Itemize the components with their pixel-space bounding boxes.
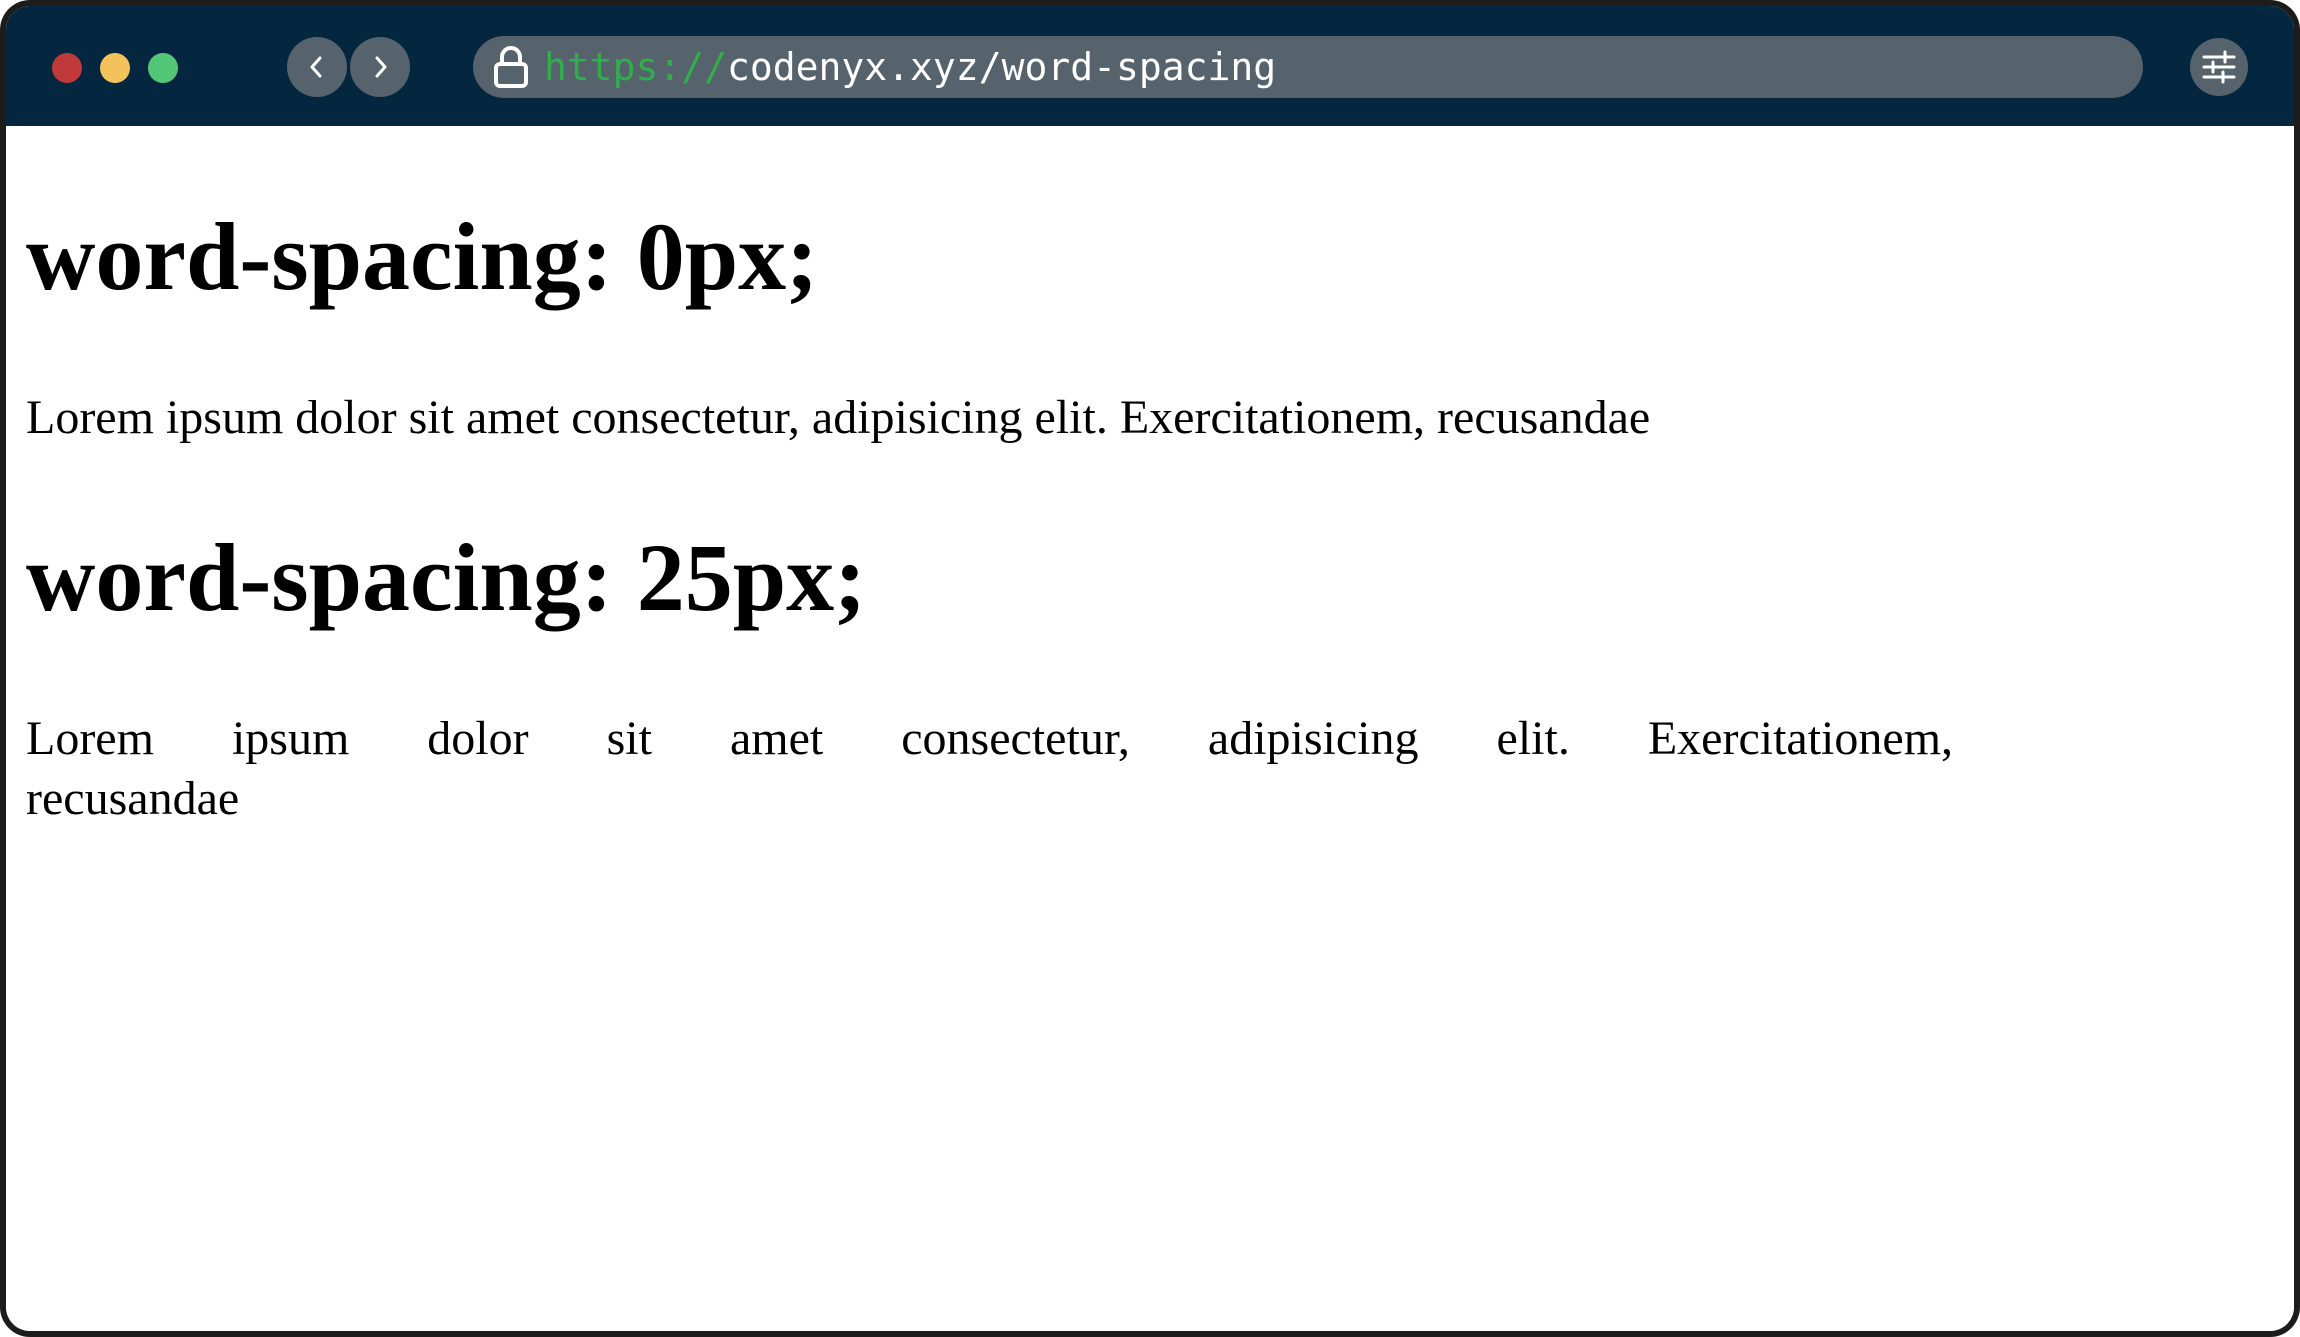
- page-content: word-spacing: 0px; Lorem ipsum dolor sit…: [6, 126, 2294, 1331]
- settings-button[interactable]: [2190, 38, 2248, 96]
- url-path: codenyx.xyz/word-spacing: [727, 45, 1277, 89]
- chevron-left-icon: [310, 56, 322, 78]
- lock-icon: [494, 46, 528, 88]
- browser-window: https://codenyx.xyz/word-spacing word-sp…: [6, 6, 2294, 1331]
- maximize-window-button[interactable]: [148, 53, 178, 83]
- back-button[interactable]: [287, 37, 347, 97]
- paragraph-word-spacing-0: Lorem ipsum dolor sit amet consectetur, …: [26, 391, 1651, 444]
- chevron-right-icon: [375, 56, 387, 78]
- sliders-icon: [2202, 50, 2236, 84]
- url-text[interactable]: https://codenyx.xyz/word-spacing: [544, 36, 1276, 98]
- forward-button[interactable]: [350, 37, 410, 97]
- heading-word-spacing-25: word-spacing: 25px;: [26, 524, 867, 631]
- screenshot-frame: https://codenyx.xyz/word-spacing word-sp…: [0, 0, 2300, 1337]
- close-window-button[interactable]: [52, 53, 82, 83]
- minimize-window-button[interactable]: [100, 53, 130, 83]
- address-bar[interactable]: https://codenyx.xyz/word-spacing: [473, 36, 2143, 98]
- browser-toolbar: https://codenyx.xyz/word-spacing: [6, 6, 2294, 126]
- heading-word-spacing-0: word-spacing: 0px;: [26, 203, 819, 310]
- url-scheme: https://: [544, 45, 728, 89]
- paragraph-word-spacing-25: Lorem ipsum dolor sit amet consectetur, …: [26, 712, 1954, 825]
